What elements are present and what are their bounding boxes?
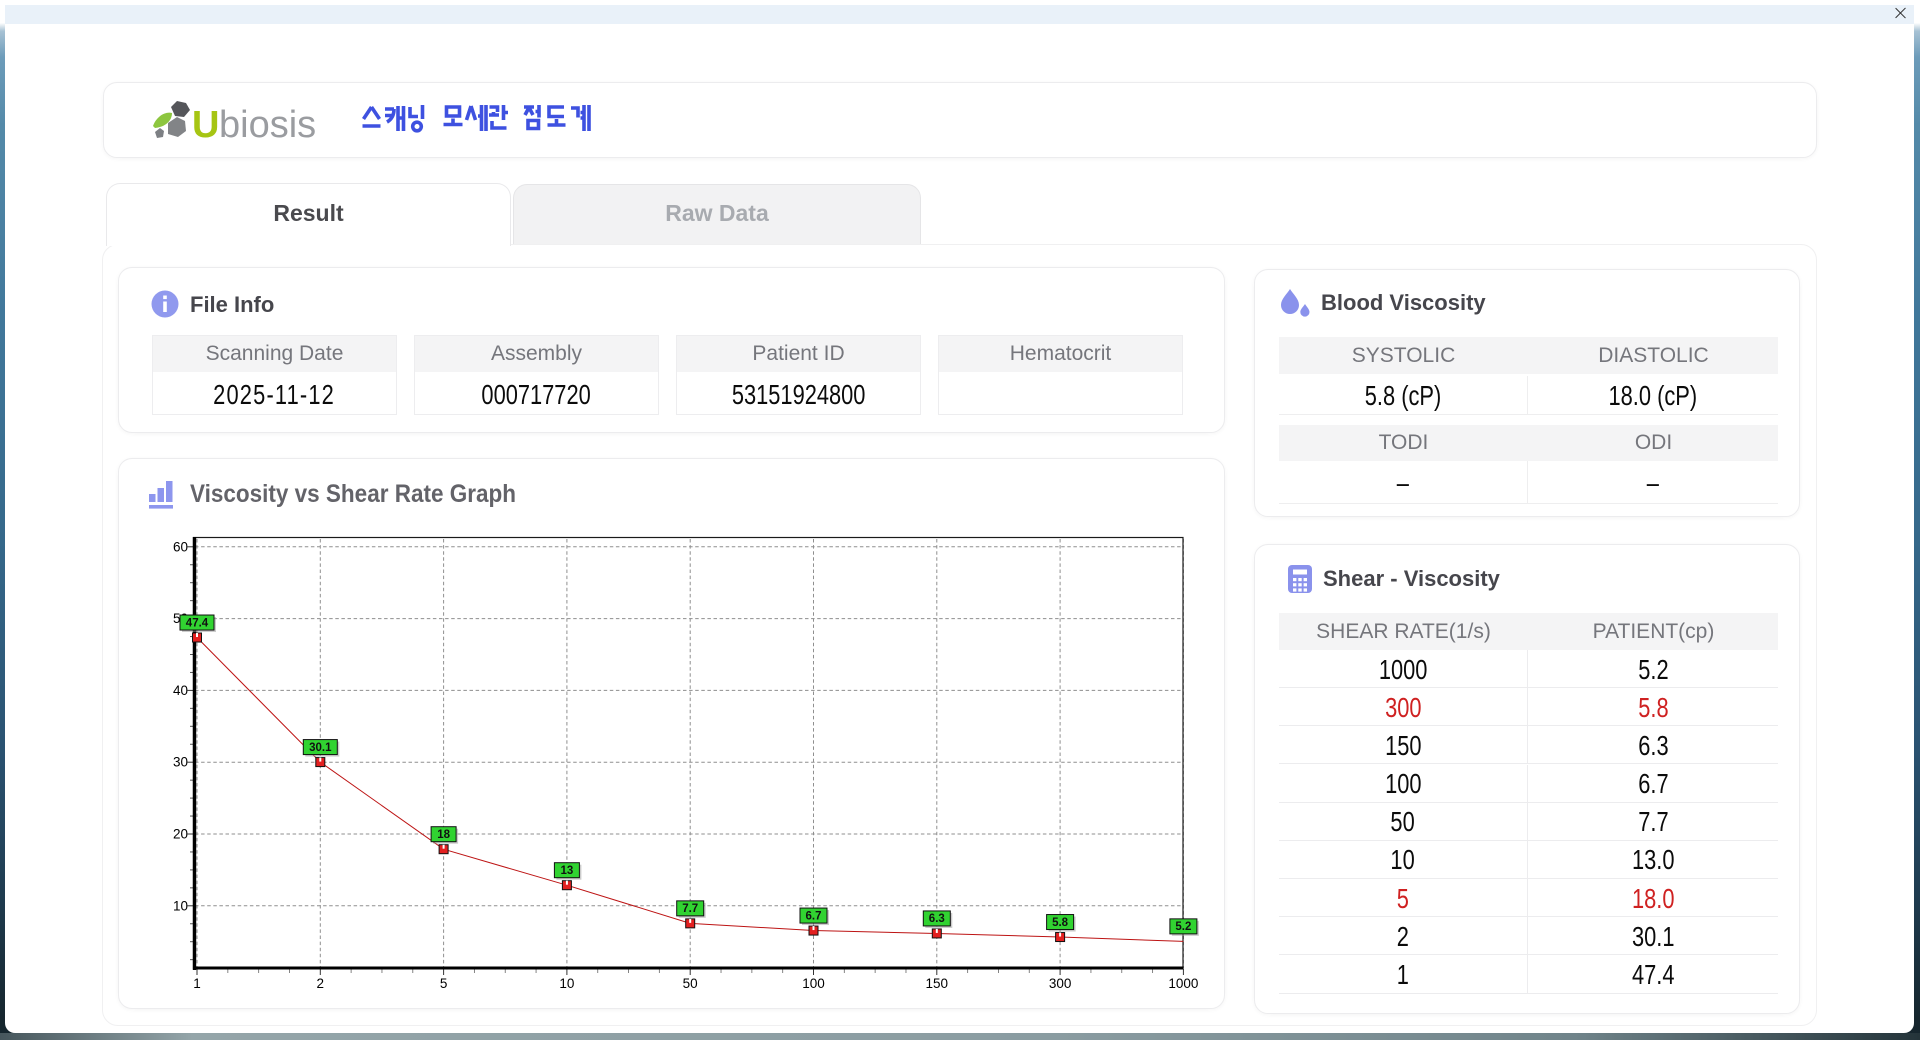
svg-text:60: 60 [173, 539, 188, 554]
svg-text:50: 50 [683, 976, 698, 991]
svg-text:30.1: 30.1 [309, 742, 332, 754]
svg-text:1000: 1000 [1168, 976, 1198, 991]
svg-text:6.3: 6.3 [929, 913, 945, 925]
svg-text:10: 10 [559, 976, 574, 991]
svg-text:1: 1 [193, 976, 201, 991]
svg-text:2: 2 [317, 976, 325, 991]
svg-text:20: 20 [173, 827, 188, 842]
svg-text:biosis: biosis [219, 104, 316, 144]
svg-text:18: 18 [437, 829, 450, 841]
svg-text:40: 40 [173, 683, 188, 698]
svg-text:7.7: 7.7 [682, 903, 698, 915]
svg-text:10: 10 [173, 898, 188, 913]
svg-text:5: 5 [440, 976, 448, 991]
svg-text:30: 30 [173, 755, 188, 770]
svg-text:100: 100 [802, 976, 825, 991]
svg-text:150: 150 [926, 976, 949, 991]
svg-text:47.4: 47.4 [186, 617, 209, 629]
svg-text:U: U [192, 104, 219, 144]
svg-text:300: 300 [1049, 976, 1072, 991]
svg-text:5.8: 5.8 [1052, 917, 1069, 929]
svg-text:13: 13 [561, 865, 574, 877]
svg-text:5.2: 5.2 [1175, 921, 1191, 933]
svg-text:6.7: 6.7 [806, 910, 822, 922]
